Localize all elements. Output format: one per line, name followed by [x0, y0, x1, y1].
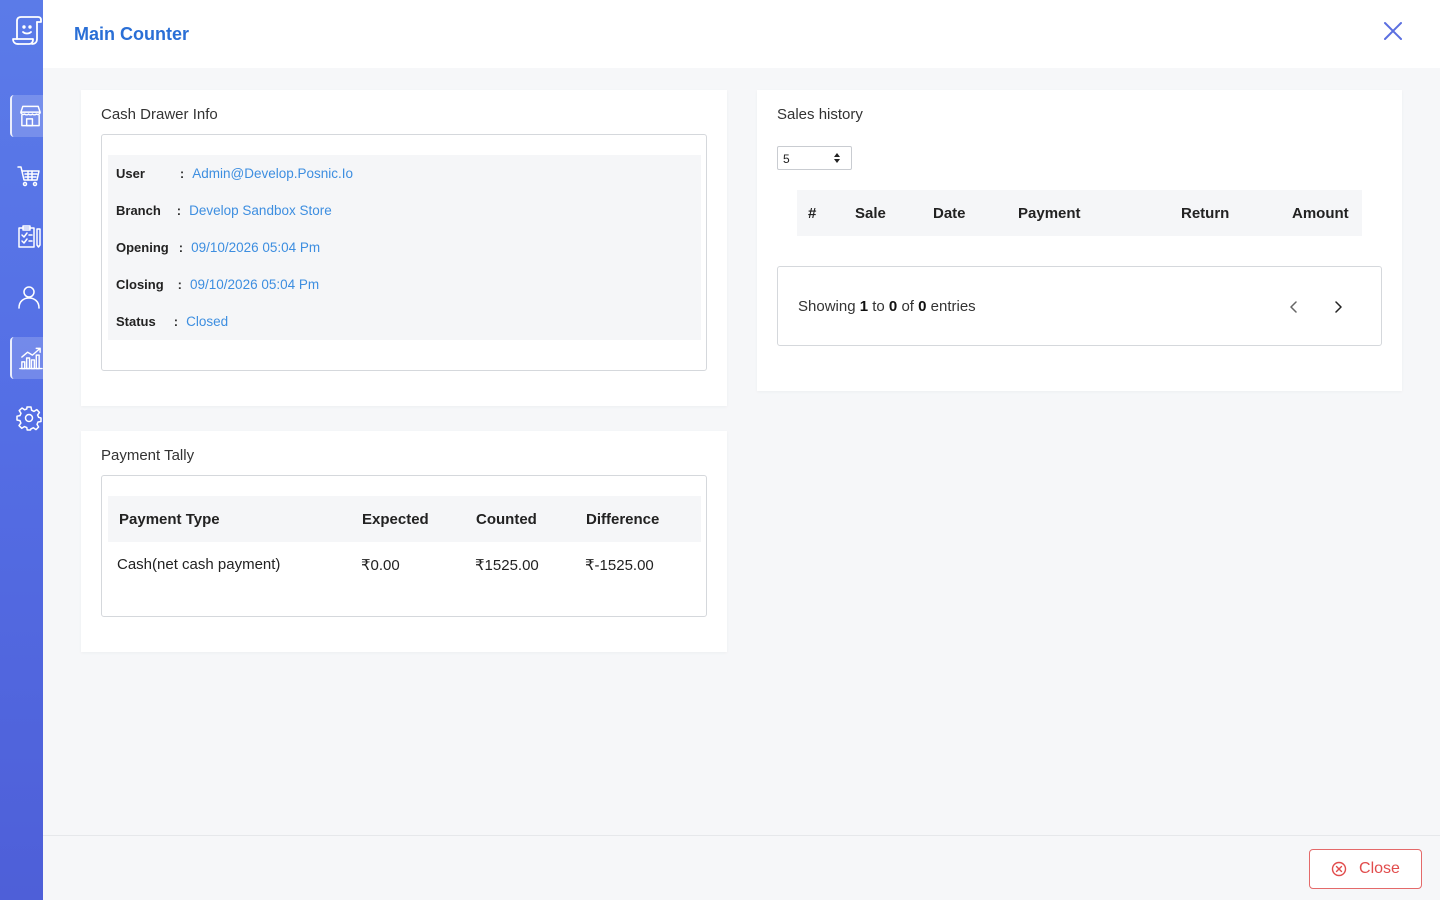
cart-icon [17, 166, 40, 187]
column-header[interactable]: Return [1181, 205, 1229, 222]
colon: : [173, 313, 179, 329]
sales-history-title: Sales history [777, 106, 863, 123]
entries-to: 0 [888, 298, 898, 315]
entries-prefix: Showing [798, 298, 856, 315]
entries-info: Showing 1 to 0 of 0 entries [798, 298, 976, 315]
column-header[interactable]: Sale [855, 205, 886, 222]
sidebar-item-clipboard[interactable] [10, 216, 43, 258]
entries-of-word: of [901, 298, 914, 315]
cash-drawer-value: Admin@Develop.Posnic.Io [192, 165, 354, 181]
cash-drawer-title: Cash Drawer Info [101, 106, 218, 123]
user-icon [18, 286, 40, 309]
entries-suffix: entries [930, 298, 976, 315]
table-header: Payment Type Expected Counted Difference [108, 496, 701, 542]
column-header[interactable]: # [808, 205, 816, 222]
status-badge: Closed [186, 313, 229, 329]
sales-history-card: Sales history 5 # Sale Date Payment Retu… [757, 90, 1402, 391]
cash-drawer-details: User : Admin@Develop.Posnic.Io Branch : … [108, 155, 701, 340]
entries-from: 1 [859, 298, 869, 315]
page-title: Main Counter [74, 24, 189, 44]
clipboard-icon [18, 225, 41, 248]
close-button-label: Close [1359, 860, 1400, 877]
colon: : [178, 239, 184, 255]
table-cell: ₹-1525.00 [585, 557, 654, 574]
page-size-select[interactable]: 5 [777, 146, 852, 170]
cash-drawer-card: Cash Drawer Info User : Admin@Develop.Po… [81, 90, 727, 406]
colon: : [177, 276, 183, 292]
cash-drawer-value: Develop Sandbox Store [189, 202, 332, 218]
column-header: Expected [362, 511, 429, 528]
page-size-value: 5 [783, 152, 790, 166]
chevron-left-icon [1290, 301, 1297, 313]
sidebar-item-user[interactable] [10, 276, 43, 318]
chevron-right-icon [1335, 301, 1342, 313]
table-cell: ₹0.00 [361, 557, 400, 574]
cash-drawer-label: Opening [116, 239, 169, 255]
payment-tally-card: Payment Tally Payment Type Expected Coun… [81, 431, 727, 652]
receipt-smile-icon[interactable] [8, 14, 44, 50]
cash-drawer-row-closing: Closing : 09/10/2026 05:04 Pm [116, 274, 319, 294]
entries-total: 0 [918, 298, 927, 315]
table-cell: Cash(net cash payment) [117, 556, 281, 573]
prev-page-button[interactable] [1282, 295, 1306, 319]
column-header: Counted [476, 511, 537, 528]
payment-tally-table: Payment Type Expected Counted Difference… [101, 475, 707, 617]
cash-drawer-row-opening: Opening : 09/10/2026 05:04 Pm [116, 237, 320, 257]
cash-drawer-value: 09/10/2026 05:04 Pm [191, 239, 321, 255]
store-icon [20, 105, 41, 127]
cash-drawer-row-status: Status : Closed [116, 311, 228, 331]
entries-to-word: to [872, 298, 885, 315]
cash-drawer-box: User : Admin@Develop.Posnic.Io Branch : … [101, 134, 707, 371]
cash-drawer-label: Branch [116, 202, 161, 218]
gear-icon [16, 406, 42, 431]
sort-caret-icon [834, 153, 840, 163]
sidebar-item-store[interactable] [10, 95, 43, 137]
sidebar [0, 0, 43, 900]
colon: : [179, 165, 185, 181]
cash-drawer-label: Status [116, 313, 156, 329]
payment-tally-title: Payment Tally [101, 447, 195, 464]
sidebar-item-reports[interactable] [10, 337, 43, 379]
column-header: Difference [586, 511, 660, 528]
column-header: Payment Type [119, 511, 220, 528]
table-header: # Sale Date Payment Return Amount [797, 190, 1362, 236]
column-header[interactable]: Amount [1292, 205, 1349, 222]
close-circle-icon [1331, 861, 1347, 877]
close-button[interactable]: Close [1309, 849, 1422, 889]
colon: : [176, 202, 182, 218]
cash-drawer-row-user: User : Admin@Develop.Posnic.Io [116, 163, 353, 183]
column-header[interactable]: Date [933, 205, 966, 222]
cash-drawer-label: User [116, 165, 145, 181]
cash-drawer-value: 09/10/2026 05:04 Pm [190, 276, 320, 292]
header: Main Counter [43, 0, 1440, 68]
sidebar-item-settings[interactable] [10, 397, 43, 439]
chart-icon [19, 347, 43, 370]
cash-drawer-row-branch: Branch : Develop Sandbox Store [116, 200, 332, 220]
next-page-button[interactable] [1326, 295, 1350, 319]
pagination-bar: Showing 1 to 0 of 0 entries [777, 266, 1382, 346]
sidebar-item-cart[interactable] [10, 155, 43, 197]
column-header[interactable]: Payment [1018, 205, 1081, 222]
table-cell: ₹1525.00 [475, 557, 539, 574]
footer: Close [43, 835, 1440, 900]
cash-drawer-label: Closing [116, 276, 164, 292]
close-icon[interactable] [1382, 20, 1404, 42]
